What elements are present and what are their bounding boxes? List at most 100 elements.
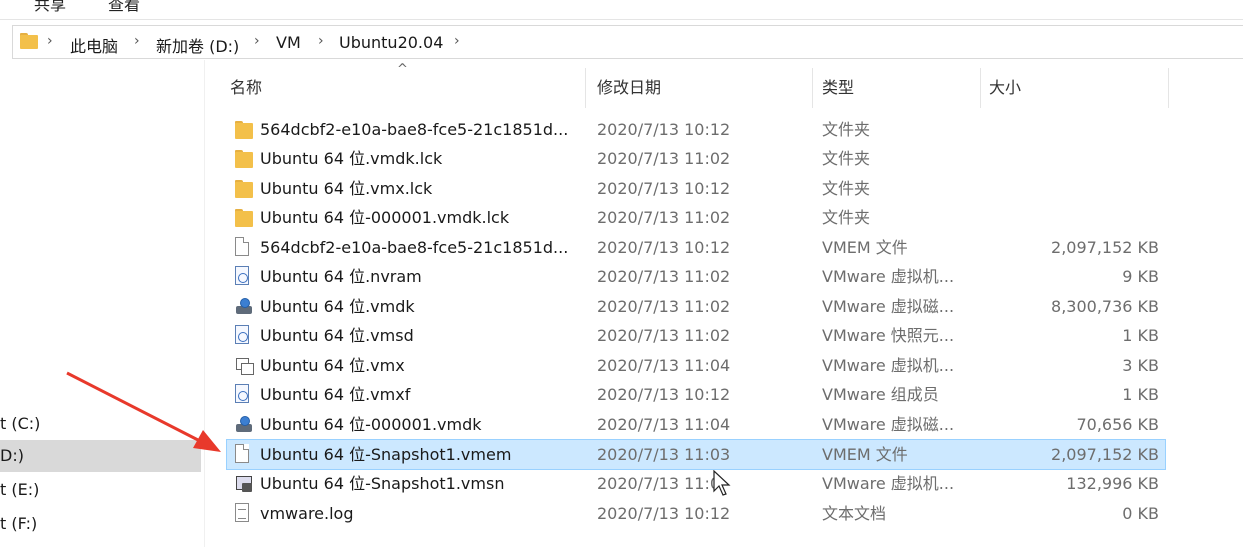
file-row[interactable]: vmware.log 2020/7/13 10:12 文本文档 0 KB — [227, 499, 1165, 528]
file-type: VMEM 文件 — [822, 445, 908, 464]
file-date: 2020/7/13 11:02 — [597, 297, 731, 316]
chevron-right-icon[interactable]: › — [454, 33, 460, 49]
file-row[interactable]: Ubuntu 64 位.vmxf 2020/7/13 10:12 VMware … — [227, 380, 1165, 409]
nav-item-drive-d[interactable]: D:) — [0, 440, 201, 472]
file-name: Ubuntu 64 位.vmsd — [260, 326, 414, 345]
virtual-disk-icon — [233, 296, 253, 316]
nav-item-label: t (C:) — [0, 414, 41, 433]
file-row[interactable]: Ubuntu 64 位.vmdk.lck 2020/7/13 11:02 文件夹 — [227, 144, 1165, 173]
file-row[interactable]: Ubuntu 64 位.vmsd 2020/7/13 11:02 VMware … — [227, 321, 1165, 350]
breadcrumb-this-pc[interactable]: 此电脑 — [70, 33, 118, 57]
file-date: 2020/7/13 10:12 — [597, 504, 731, 523]
file-name: Ubuntu 64 位-000001.vmdk.lck — [260, 208, 510, 227]
ribbon-divider — [0, 19, 1243, 20]
column-divider[interactable] — [1168, 68, 1169, 108]
file-name: Ubuntu 64 位-Snapshot1.vmsn — [260, 474, 505, 493]
nav-item-drive-f[interactable]: t (F:) — [0, 508, 201, 540]
file-size: 8,300,736 KB — [1051, 297, 1159, 316]
column-divider[interactable] — [980, 68, 981, 108]
pane-divider[interactable] — [204, 60, 205, 547]
folder-icon — [233, 148, 253, 168]
file-date: 2020/7/13 11:0 — [597, 474, 721, 493]
file-date: 2020/7/13 11:04 — [597, 415, 731, 434]
ribbon-bar: 共享 查看 — [0, 0, 1243, 20]
ribbon-tab-view[interactable]: 查看 — [108, 0, 140, 15]
navigation-pane: t (C:) D:) t (E:) t (F:) — [0, 60, 205, 547]
file-row[interactable]: 564dcbf2-e10a-bae8-fce5-21c1851d... 2020… — [227, 115, 1165, 144]
chevron-right-icon[interactable]: › — [134, 33, 140, 49]
file-name: Ubuntu 64 位.nvram — [260, 267, 422, 286]
file-row[interactable]: Ubuntu 64 位.vmx.lck 2020/7/13 10:12 文件夹 — [227, 174, 1165, 203]
column-header-date[interactable]: 修改日期 — [597, 62, 661, 108]
file-size: 3 KB — [1122, 356, 1159, 375]
file-type: 文件夹 — [822, 179, 871, 198]
file-type: VMware 快照元... — [822, 326, 955, 345]
file-type: VMware 虚拟机... — [822, 267, 955, 286]
file-row[interactable]: Ubuntu 64 位-000001.vmdk 2020/7/13 11:04 … — [227, 410, 1165, 439]
file-size: 9 KB — [1122, 267, 1159, 286]
file-size: 2,097,152 KB — [1051, 238, 1159, 257]
file-row[interactable]: Ubuntu 64 位-Snapshot1.vmsn 2020/7/13 11:… — [227, 469, 1165, 498]
nav-item-label: t (E:) — [0, 480, 40, 499]
file-type: VMware 组成员 — [822, 385, 939, 404]
file-date: 2020/7/13 10:12 — [597, 238, 731, 257]
file-name: Ubuntu 64 位.vmx — [260, 356, 405, 375]
column-divider[interactable] — [585, 68, 586, 108]
chevron-right-icon[interactable]: › — [318, 33, 324, 49]
file-type: VMware 虚拟磁... — [822, 297, 955, 316]
file-row[interactable]: Ubuntu 64 位-000001.vmdk.lck 2020/7/13 11… — [227, 203, 1165, 232]
file-date: 2020/7/13 11:02 — [597, 267, 731, 286]
nav-item-drive-c[interactable]: t (C:) — [0, 408, 201, 440]
file-type: VMEM 文件 — [822, 238, 908, 257]
address-bar[interactable]: › 此电脑 › 新加卷 (D:) › VM › Ubuntu20.04 › — [12, 25, 1243, 59]
virtual-disk-icon — [233, 414, 253, 434]
file-name: Ubuntu 64 位.vmdk — [260, 297, 415, 316]
file-size: 132,996 KB — [1066, 474, 1159, 493]
file-date: 2020/7/13 10:12 — [597, 385, 731, 404]
file-date: 2020/7/13 11:03 — [597, 445, 731, 464]
file-row[interactable]: Ubuntu 64 位.vmx 2020/7/13 11:04 VMware 虚… — [227, 351, 1165, 380]
file-type: 文件夹 — [822, 120, 871, 139]
folder-icon — [233, 178, 253, 198]
document-icon — [235, 237, 249, 256]
file-name: Ubuntu 64 位-Snapshot1.vmem — [260, 445, 512, 464]
breadcrumb-drive-d[interactable]: 新加卷 (D:) — [156, 33, 239, 57]
file-row[interactable]: Ubuntu 64 位.vmdk 2020/7/13 11:02 VMware … — [227, 292, 1165, 321]
column-divider[interactable] — [812, 68, 813, 108]
file-date: 2020/7/13 11:02 — [597, 208, 731, 227]
file-type: VMware 虚拟机... — [822, 474, 955, 493]
breadcrumb-ubuntu[interactable]: Ubuntu20.04 — [339, 33, 443, 52]
file-row-selected[interactable]: Ubuntu 64 位-Snapshot1.vmem 2020/7/13 11:… — [226, 439, 1166, 470]
file-size: 1 KB — [1122, 385, 1159, 404]
file-type: VMware 虚拟机... — [822, 356, 955, 375]
column-header-name[interactable]: 名称 — [230, 62, 262, 108]
snapshot-icon — [233, 473, 253, 493]
file-name: vmware.log — [260, 504, 354, 523]
file-size: 1 KB — [1122, 326, 1159, 345]
document-icon — [235, 444, 249, 463]
ribbon-tab-share[interactable]: 共享 — [34, 0, 66, 15]
column-header-row: 名称 修改日期 类型 大小 — [227, 62, 1167, 108]
nav-item-drive-e[interactable]: t (E:) — [0, 474, 201, 506]
breadcrumb-vm[interactable]: VM — [276, 33, 301, 52]
file-row[interactable]: 564dcbf2-e10a-bae8-fce5-21c1851d... 2020… — [227, 233, 1165, 262]
file-size: 0 KB — [1122, 504, 1159, 523]
column-header-size[interactable]: 大小 — [989, 62, 1021, 108]
vm-config-icon — [233, 355, 254, 375]
file-name: 564dcbf2-e10a-bae8-fce5-21c1851d... — [260, 238, 569, 257]
file-row[interactable]: Ubuntu 64 位.nvram 2020/7/13 11:02 VMware… — [227, 262, 1165, 291]
file-date: 2020/7/13 10:12 — [597, 179, 731, 198]
column-header-type[interactable]: 类型 — [822, 62, 854, 108]
mouse-cursor-icon — [713, 470, 731, 496]
config-file-icon — [235, 266, 249, 285]
folder-icon — [233, 207, 253, 227]
chevron-right-icon[interactable]: › — [47, 33, 53, 49]
chevron-right-icon[interactable]: › — [254, 33, 260, 49]
file-date: 2020/7/13 11:04 — [597, 356, 731, 375]
file-name: 564dcbf2-e10a-bae8-fce5-21c1851d... — [260, 120, 569, 139]
folder-icon — [20, 33, 38, 49]
file-size: 70,656 KB — [1076, 415, 1159, 434]
nav-item-label: t (F:) — [0, 514, 38, 533]
config-file-icon — [235, 384, 249, 403]
file-name: Ubuntu 64 位.vmx.lck — [260, 179, 433, 198]
